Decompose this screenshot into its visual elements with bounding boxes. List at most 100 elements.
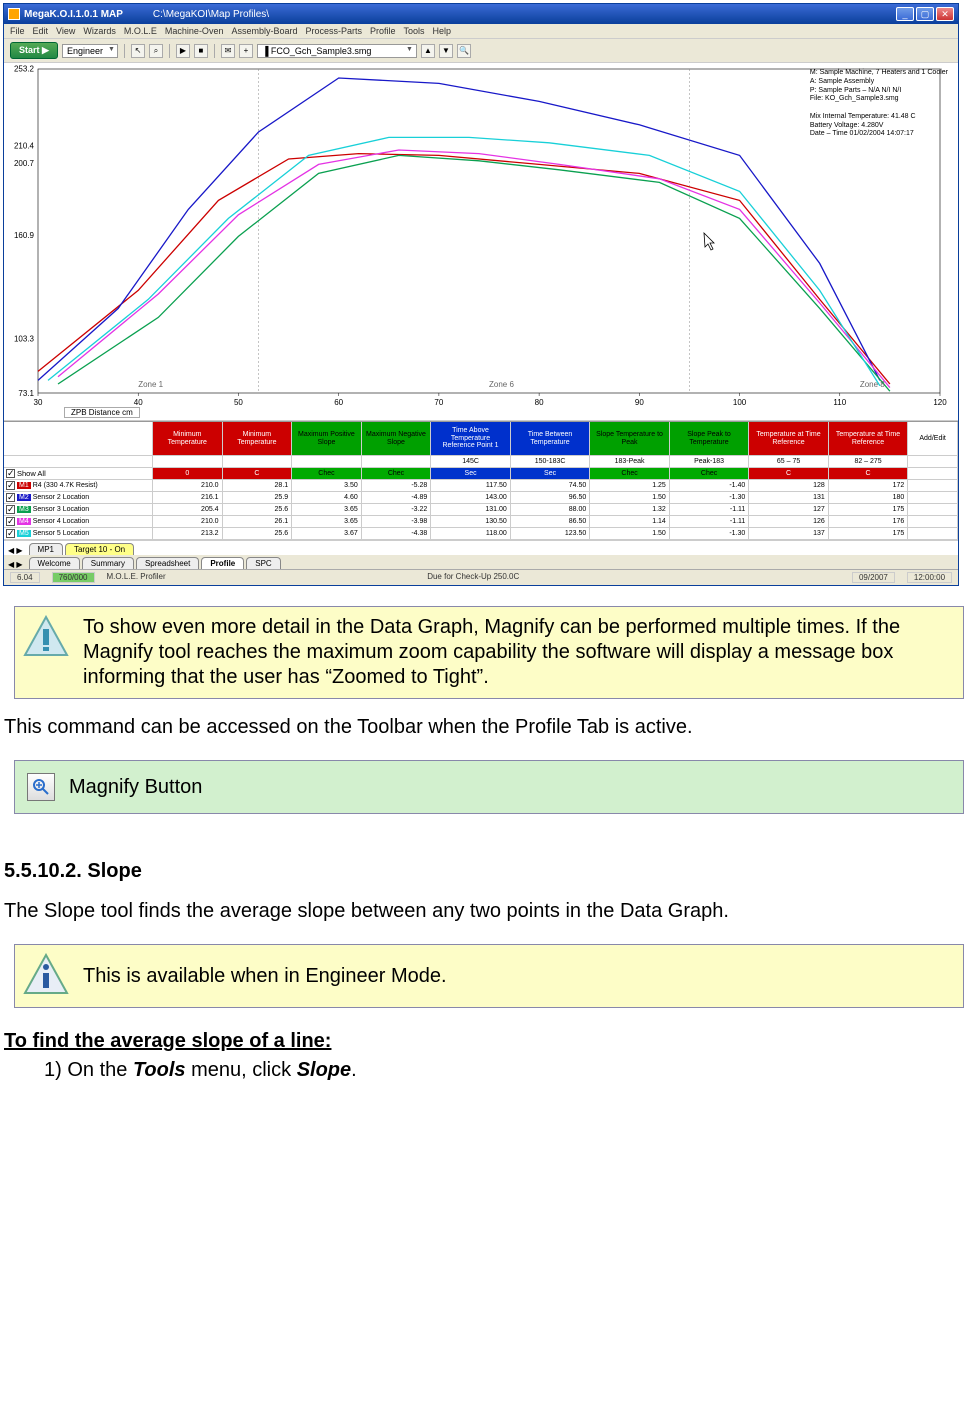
col-header: Add/Edit [908, 422, 958, 456]
checkbox[interactable] [6, 493, 15, 502]
menu-wizards[interactable]: Wizards [83, 26, 116, 36]
svg-text:90: 90 [635, 398, 644, 407]
workspace-tab-summary[interactable]: Summary [82, 557, 134, 569]
col-header: Maximum Negative Slope [362, 422, 432, 456]
checkbox[interactable] [6, 517, 15, 526]
svg-text:Zone 6: Zone 6 [489, 380, 514, 389]
svg-text:200.7: 200.7 [14, 159, 35, 168]
svg-text:100: 100 [733, 398, 747, 407]
tool-pointer-icon[interactable]: ↖ [131, 44, 145, 58]
menu-view[interactable]: View [56, 26, 75, 36]
slope-intro: The Slope tool finds the average slope b… [4, 899, 962, 924]
svg-text:73.1: 73.1 [18, 389, 34, 398]
table-row: M4Sensor 4 Location210.026.13.65-3.98130… [4, 516, 958, 528]
sheet-tab[interactable]: Target 10 - On [65, 543, 134, 555]
window-buttons: _ ▢ ✕ [896, 7, 954, 21]
minimize-button[interactable]: _ [896, 7, 914, 21]
checkbox[interactable] [6, 469, 15, 478]
workspace-tab-spc[interactable]: SPC [246, 557, 280, 569]
menu-machine-oven[interactable]: Machine-Oven [165, 26, 224, 36]
svg-text:60: 60 [334, 398, 343, 407]
tool-mag-icon[interactable]: 🔍 [457, 44, 471, 58]
workspace-tab-profile[interactable]: Profile [201, 557, 244, 569]
col-header: Minimum Temperature [153, 422, 223, 456]
step-1: 1) On the Tools menu, click Slope. [44, 1059, 962, 1082]
svg-text:103.3: 103.3 [14, 334, 35, 343]
svg-text:160.9: 160.9 [14, 231, 35, 240]
workspace-tab-welcome[interactable]: Welcome [29, 557, 80, 569]
svg-text:Zone 8: Zone 8 [860, 380, 885, 389]
menu-m-o-l-e[interactable]: M.O.L.E [124, 26, 157, 36]
section-heading: 5.5.10.2. Slope [4, 860, 962, 883]
toolbar: Start ▶ Engineer ↖ ⌕ ▶ ■ ✉ + ▐ FCO_Gch_S… [4, 38, 958, 63]
menu-process-parts[interactable]: Process-Parts [305, 26, 362, 36]
maximize-button[interactable]: ▢ [916, 7, 934, 21]
graph-pane: 73.1103.3160.9200.7210.4253.230405060708… [4, 63, 958, 421]
menu-file[interactable]: File [10, 26, 25, 36]
col-header: Temperature at Time Reference [749, 422, 829, 456]
status-cal: Due for Check-Up 250.0C [427, 572, 519, 583]
data-table: Minimum TemperatureMinimum TemperatureMa… [4, 421, 958, 540]
menubar: File Edit View Wizards M.O.L.E Machine-Oven As… [4, 24, 958, 38]
svg-text:30: 30 [34, 398, 43, 407]
svg-text:80: 80 [535, 398, 544, 407]
svg-text:Zone 1: Zone 1 [138, 380, 163, 389]
menu-assembly-board[interactable]: Assembly-Board [231, 26, 297, 36]
mode-select[interactable]: Engineer [62, 44, 118, 58]
file-select[interactable]: ▐ FCO_Gch_Sample3.smg [257, 44, 417, 58]
tab-nav-arrows[interactable]: ◀ ▶ [8, 546, 23, 555]
col-header: Maximum Positive Slope [292, 422, 362, 456]
info-icon [23, 953, 69, 999]
app-window: MegaK.O.I.1.0.1 MAP C:\MegaKOI\Map Profi… [3, 3, 959, 586]
magnify-button-label: Magnify Button [69, 775, 202, 800]
sheet-tabs-row: ◀ ▶ MP1Target 10 - On [4, 540, 958, 555]
col-header: Slope Temperature to Peak [590, 422, 670, 456]
svg-text:50: 50 [234, 398, 243, 407]
close-button[interactable]: ✕ [936, 7, 954, 21]
svg-text:210.4: 210.4 [14, 142, 35, 151]
svg-text:110: 110 [833, 398, 846, 407]
titlebar: MegaK.O.I.1.0.1 MAP C:\MegaKOI\Map Profi… [4, 4, 958, 24]
tool-plus-icon[interactable]: + [239, 44, 253, 58]
start-button[interactable]: Start ▶ [10, 42, 58, 59]
x-axis-title: ZPB Distance cm [64, 407, 140, 418]
sheet-tab[interactable]: MP1 [29, 543, 63, 555]
tool-down-icon[interactable]: ▼ [439, 44, 453, 58]
magnify-icon[interactable] [27, 773, 55, 801]
toolbar-ref-box: Magnify Button [14, 760, 964, 814]
doc-content: To show even more detail in the Data Gra… [0, 606, 974, 1082]
table-row: M2Sensor 2 Location216.125.94.60-4.89143… [4, 492, 958, 504]
tool-zoom-icon[interactable]: ⌕ [149, 44, 163, 58]
status-pct: 760/000 [52, 572, 95, 583]
tab-nav-arrows[interactable]: ◀ ▶ [8, 560, 23, 569]
table-header: Minimum TemperatureMinimum TemperatureMa… [4, 422, 958, 456]
checkbox[interactable] [6, 505, 15, 514]
status-time: 12:00:00 [907, 572, 952, 583]
table-row: M1R4 (330 4.7K Resist)210.028.13.50-5.28… [4, 480, 958, 492]
menu-tools[interactable]: Tools [404, 26, 425, 36]
tool-play-icon[interactable]: ▶ [176, 44, 190, 58]
col-header: Temperature at Time Reference [829, 422, 909, 456]
tool-up-icon[interactable]: ▲ [421, 44, 435, 58]
table-show-all-row: Show All0CChecChecSecSecChecChecCC [4, 468, 958, 480]
info-box-engineer: This is available when in Engineer Mode. [14, 944, 964, 1008]
status-profiler: M.O.L.E. Profiler [107, 572, 416, 583]
tool-env-icon[interactable]: ✉ [221, 44, 235, 58]
tip-icon [23, 615, 69, 661]
svg-text:120: 120 [933, 398, 947, 407]
checkbox[interactable] [6, 529, 15, 538]
menu-help[interactable]: Help [433, 26, 452, 36]
svg-text:70: 70 [434, 398, 443, 407]
access-line: This command can be accessed on the Tool… [4, 715, 962, 740]
table-row: M5Sensor 5 Location213.225.63.67-4.38118… [4, 528, 958, 540]
workspace-tabs-row: ◀ ▶ WelcomeSummarySpreadsheetProfileSPC [4, 555, 958, 569]
menu-edit[interactable]: Edit [33, 26, 49, 36]
window-title-2: C:\MegaKOI\Map Profiles\ [153, 9, 896, 20]
app-icon [8, 8, 20, 20]
tool-stop-icon[interactable]: ■ [194, 44, 208, 58]
checkbox[interactable] [6, 481, 15, 490]
col-header: Slope Peak to Temperature [670, 422, 750, 456]
menu-profile[interactable]: Profile [370, 26, 396, 36]
col-header: Time Between Temperature [511, 422, 591, 456]
workspace-tab-spreadsheet[interactable]: Spreadsheet [136, 557, 199, 569]
